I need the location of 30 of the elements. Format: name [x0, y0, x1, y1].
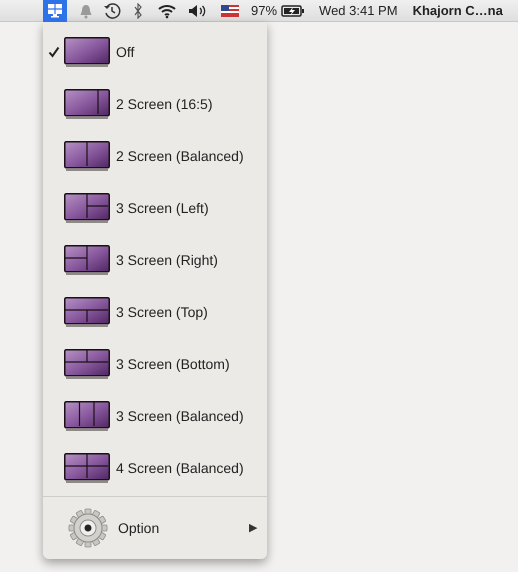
screen-layout-icon — [64, 141, 110, 171]
user-name[interactable]: Khajorn C…na — [412, 0, 503, 20]
menu-item[interactable]: Off — [43, 26, 267, 78]
battery-percent[interactable]: 97% — [251, 0, 278, 20]
menu-item[interactable]: 4 Screen (Balanced) — [43, 442, 267, 494]
screen-layout-icon — [64, 89, 110, 119]
screen-layout-icon — [64, 349, 110, 379]
battery-charging-icon[interactable] — [281, 4, 306, 18]
menu-item[interactable]: 3 Screen (Right) — [43, 234, 267, 286]
bluetooth-icon[interactable] — [133, 2, 143, 18]
display-layout-icon[interactable] — [43, 0, 67, 22]
menu-item[interactable]: 3 Screen (Bottom) — [43, 338, 267, 390]
screen-layout-icon — [64, 193, 110, 223]
screen-layout-icon — [64, 245, 110, 275]
menu-item[interactable]: 2 Screen (Balanced) — [43, 130, 267, 182]
flag-icon[interactable] — [221, 4, 239, 16]
option-menu-item[interactable]: Option ▶ — [43, 497, 267, 559]
screen-layout-icon — [64, 37, 110, 67]
menu-bar-clock[interactable]: Wed 3:41 PM — [319, 0, 398, 20]
screen-layout-icon — [64, 401, 110, 431]
screen-layout-icon — [64, 453, 110, 483]
menu-item[interactable]: 3 Screen (Top) — [43, 286, 267, 338]
wifi-icon[interactable] — [157, 2, 177, 18]
volume-icon[interactable] — [187, 2, 207, 18]
menu-item[interactable]: 3 Screen (Left) — [43, 182, 267, 234]
clock-history-icon[interactable] — [103, 2, 121, 20]
screen-layout-icon — [64, 297, 110, 327]
menu-item[interactable]: 2 Screen (16:5) — [43, 78, 267, 130]
menu-item[interactable]: 3 Screen (Balanced) — [43, 390, 267, 442]
submenu-arrow: ▶ — [249, 520, 257, 536]
